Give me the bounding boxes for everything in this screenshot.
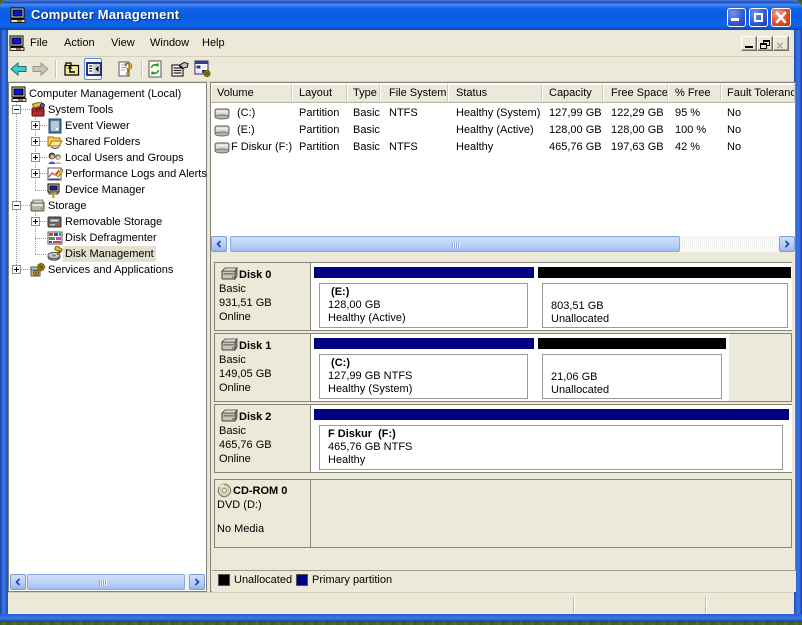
svg-text:?: ? — [124, 60, 133, 78]
